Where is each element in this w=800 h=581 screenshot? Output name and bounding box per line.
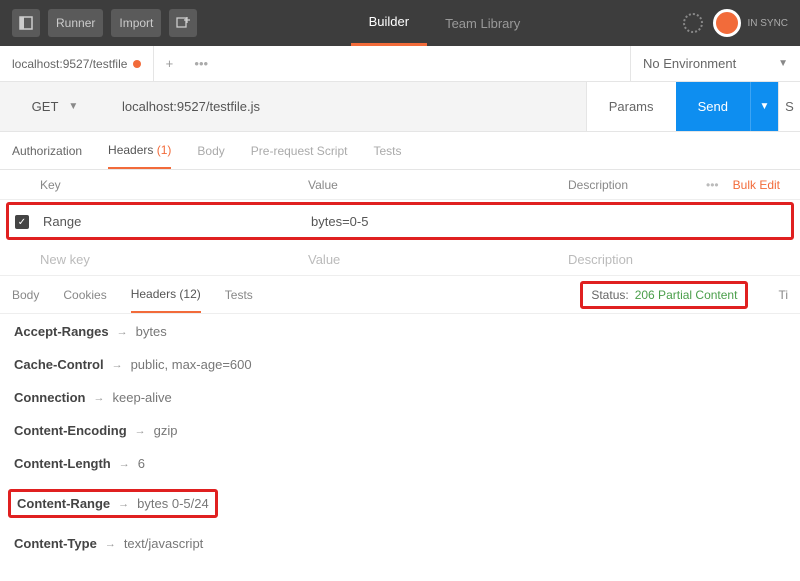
add-tab-button[interactable]: + (154, 46, 184, 81)
runner-button[interactable]: Runner (48, 9, 103, 37)
http-method-label: GET (32, 99, 59, 114)
params-button[interactable]: Params (586, 82, 676, 131)
arrow-right-icon: → (118, 498, 129, 510)
response-header-value: 6 (138, 456, 145, 471)
chevron-down-icon: ▼ (778, 58, 788, 69)
request-tab-bar: localhost:9527/testfile + ••• No Environ… (0, 46, 800, 82)
response-header-value: keep-alive (113, 390, 172, 405)
environment-label: No Environment (643, 56, 736, 71)
header-key[interactable]: Range (43, 214, 311, 229)
response-header-row: Content-Encoding → gzip (14, 423, 786, 438)
tab-authorization[interactable]: Authorization (12, 132, 82, 169)
response-header-name: Content-Range (17, 496, 110, 511)
response-header-name: Content-Length (14, 456, 111, 471)
header-row-placeholder[interactable]: New key Value Description (0, 244, 800, 276)
response-headers-list: Accept-Ranges → bytes Cache-Control → public,… (0, 314, 800, 561)
response-header-value: public, max-age=600 (131, 357, 252, 372)
response-header-name: Accept-Ranges (14, 324, 109, 339)
chevron-down-icon: ▼ (68, 101, 78, 112)
import-button[interactable]: Import (111, 9, 161, 37)
user-avatar-icon (713, 9, 741, 37)
response-header-row: Cache-Control → public, max-age=600 (14, 357, 786, 372)
response-header-row: Connection → keep-alive (14, 390, 786, 405)
sync-status-icon[interactable] (683, 13, 703, 33)
arrow-right-icon: → (94, 392, 105, 404)
tab-options-button[interactable]: ••• (184, 56, 218, 71)
resp-tab-headers[interactable]: Headers (12) (131, 276, 201, 313)
response-header-value: bytes (136, 324, 167, 339)
tab-body[interactable]: Body (197, 132, 224, 169)
environment-select[interactable]: No Environment ▼ (630, 46, 800, 81)
nav-tab-team-library[interactable]: Team Library (427, 0, 538, 46)
response-header-name: Connection (14, 390, 86, 405)
col-value-label: Value (308, 178, 568, 192)
status-code: 206 Partial Content (635, 288, 738, 302)
header-row[interactable]: ✓ Range bytes=0-5 (9, 205, 791, 237)
resp-tab-cookies[interactable]: Cookies (63, 276, 106, 313)
response-time-stub: Ti (778, 288, 788, 302)
col-key-label: Key (40, 178, 308, 192)
response-header-value: text/javascript (124, 536, 203, 551)
header-value-placeholder[interactable]: Value (308, 252, 568, 267)
header-key-placeholder[interactable]: New key (40, 252, 308, 267)
arrow-right-icon: → (135, 425, 146, 437)
sync-badge[interactable]: IN SYNC (713, 9, 788, 37)
unsaved-dot-icon (133, 60, 141, 68)
response-header-row: Content-Type → text/javascript (14, 536, 786, 551)
save-button[interactable]: S (778, 82, 800, 131)
sidebar-toggle-button[interactable] (12, 9, 40, 37)
response-header-row: Content-Length → 6 (14, 456, 786, 471)
tab-headers-count: (1) (157, 143, 172, 157)
arrow-right-icon: → (105, 538, 116, 550)
app-header: Runner Import Builder Team Library IN SY… (0, 0, 800, 46)
response-header-name: Content-Encoding (14, 423, 127, 438)
headers-table-head: Key Value Description ••• Bulk Edit (0, 170, 800, 200)
tab-headers-label: Headers (108, 143, 153, 157)
request-url-row: GET ▼ Params Send ▼ S (0, 82, 800, 132)
new-tab-button[interactable] (169, 9, 197, 37)
tab-headers[interactable]: Headers (1) (108, 132, 171, 169)
request-section-tabs: Authorization Headers (1) Body Pre-reque… (0, 132, 800, 170)
response-header-value: bytes 0-5/24 (137, 496, 209, 511)
header-enable-checkbox[interactable]: ✓ (15, 215, 29, 229)
response-section-tabs: Body Cookies Headers (12) Tests Status: … (0, 276, 800, 314)
resp-tab-headers-count: (12) (179, 287, 200, 301)
header-desc-placeholder[interactable]: Description (568, 252, 788, 267)
arrow-right-icon: → (117, 326, 128, 338)
arrow-right-icon: → (119, 458, 130, 470)
chevron-down-icon: ▼ (760, 101, 770, 112)
http-method-select[interactable]: GET ▼ (0, 82, 110, 131)
response-header-row: Accept-Ranges → bytes (14, 324, 786, 339)
request-tab[interactable]: localhost:9527/testfile (0, 46, 154, 81)
resp-tab-body[interactable]: Body (12, 276, 39, 313)
status-label: Status: (591, 288, 628, 302)
url-input[interactable] (110, 82, 586, 131)
response-header-name: Cache-Control (14, 357, 104, 372)
header-options-button[interactable]: ••• (706, 178, 719, 192)
response-status: Status: 206 Partial Content (580, 281, 748, 309)
header-value[interactable]: bytes=0-5 (311, 214, 571, 229)
arrow-right-icon: → (112, 359, 123, 371)
request-tab-label: localhost:9527/testfile (12, 57, 127, 71)
send-options-button[interactable]: ▼ (750, 82, 778, 131)
response-header-row: Content-Range → bytes 0-5/24 (8, 489, 218, 518)
tab-tests[interactable]: Tests (373, 132, 401, 169)
nav-tab-builder[interactable]: Builder (351, 0, 427, 46)
resp-tab-tests[interactable]: Tests (225, 276, 253, 313)
highlighted-header-row: ✓ Range bytes=0-5 (6, 202, 794, 240)
sync-status-text: IN SYNC (747, 18, 788, 29)
send-button[interactable]: Send (676, 82, 750, 131)
response-header-name: Content-Type (14, 536, 97, 551)
response-header-value: gzip (154, 423, 178, 438)
bulk-edit-link[interactable]: Bulk Edit (733, 178, 780, 192)
tab-pre-request[interactable]: Pre-request Script (251, 132, 348, 169)
col-desc-label: Description (568, 178, 706, 192)
resp-tab-headers-label: Headers (131, 287, 176, 301)
request-headers-table: Key Value Description ••• Bulk Edit ✓ Ra… (0, 170, 800, 276)
